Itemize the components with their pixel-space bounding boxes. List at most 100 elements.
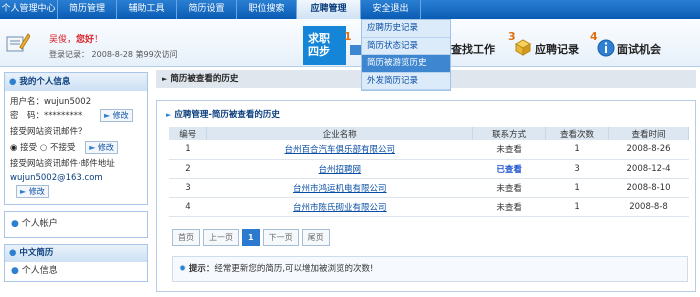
personal-info-header: ● 我的个人信息	[5, 73, 147, 91]
modify-subscription-label: 修改	[97, 143, 114, 152]
col-header-no: 编号	[169, 127, 208, 140]
row-count: 1	[545, 178, 609, 198]
login-label: 登录记录：	[49, 50, 89, 59]
receive-question: 接受网站资讯邮件？	[10, 127, 87, 137]
step1-number: 1	[344, 30, 352, 43]
globe-icon: ●	[11, 219, 19, 229]
personal-account-label: 个人帐户	[21, 219, 58, 229]
resume-personal-info-label: 个人信息	[21, 266, 58, 276]
tip-box: ✹ 提示：经常更新您的简历,可以增加被浏览的次数!	[172, 256, 688, 282]
job-steps-title: 求职 四步	[303, 26, 346, 65]
prev-page-button[interactable]: 上一页	[203, 229, 239, 246]
main-title: 简历被查看的历史	[170, 74, 239, 84]
nav-resume-settings[interactable]: 简历设置	[177, 0, 237, 19]
history-content: ► 应聘管理-简历被查看的历史 编号 企业名称 联系方式 查看次数 查看时间 1…	[156, 100, 696, 292]
username-value: wujun5002	[44, 97, 92, 107]
row-contact: 已查看	[472, 159, 546, 179]
step2-find-job[interactable]: 查找工作	[451, 41, 495, 57]
tip-text: 经常更新您的简历,可以增加被浏览的次数!	[214, 264, 374, 274]
row-no: 3	[169, 178, 207, 198]
col-header-contact: 联系方式	[472, 127, 547, 140]
record-box-icon	[514, 39, 532, 56]
info-icon	[597, 39, 615, 57]
step4-interview[interactable]: 面试机会	[617, 41, 661, 57]
row-time: 2008-8-26	[608, 140, 689, 160]
nav-job-search[interactable]: 职位搜索	[237, 0, 297, 19]
greeting-text: 您好	[76, 35, 95, 45]
arrow-right-icon: ►	[20, 187, 27, 196]
personal-account-panel: ● 个人帐户	[4, 211, 148, 238]
step3-application-record[interactable]: 应聘记录	[535, 41, 579, 57]
chinese-resume-header: ● 中文简历	[5, 245, 147, 262]
col-header-company: 企业名称	[206, 127, 474, 140]
edit-profile-icon	[6, 33, 30, 52]
email-value: wujun5002@163.com	[10, 173, 103, 183]
row-time: 2008-8-10	[608, 178, 689, 198]
user-greeting: 吴俊，您好！	[49, 35, 104, 45]
chinese-resume-title: 中文简历	[19, 248, 54, 258]
username-label: 用户名：	[10, 97, 45, 107]
company-link[interactable]: 台州市鸿运机电有限公司	[293, 184, 387, 194]
arrow-right-icon: ►	[166, 111, 172, 119]
row-time: 2008-8-8	[608, 197, 689, 217]
table-row: 3 台州市鸿运机电有限公司 未查看 1 2008-8-10	[169, 178, 689, 198]
row-count: 1	[545, 140, 609, 160]
row-time: 2008-12-4	[608, 159, 689, 179]
row-no: 1	[169, 140, 207, 160]
reject-label: 不接受	[49, 143, 76, 153]
dropdown-item-application-history[interactable]: 应聘历史记录	[362, 20, 450, 38]
password-label: 密 码：	[10, 111, 45, 121]
current-page-button[interactable]: 1	[242, 229, 260, 246]
sidebar: ● 我的个人信息 用户名：wujun5002 密 码：********* ► 修…	[4, 72, 148, 288]
nav-personal-center[interactable]: 个人管理中心	[0, 0, 58, 19]
row-count: 3	[545, 159, 609, 179]
next-page-button[interactable]: 下一页	[262, 229, 299, 246]
last-page-button[interactable]: 尾页	[301, 229, 330, 246]
nav-resume-manage[interactable]: 简历管理	[58, 0, 117, 19]
lightbulb-icon: ✹	[179, 264, 187, 274]
dropdown-item-sent-resumes[interactable]: 外发简历记录	[362, 73, 450, 90]
arrow-right-icon: ►	[89, 143, 96, 152]
accept-radio[interactable]: ◉	[10, 143, 17, 153]
history-subtitle-text: 应聘管理-简历被查看的历史	[174, 110, 280, 120]
personal-account-link[interactable]: ● 个人帐户	[5, 212, 147, 237]
dropdown-item-resume-status[interactable]: 简历状态记录	[362, 38, 450, 55]
globe-icon: ●	[11, 266, 19, 276]
login-date: 2008-8-28	[91, 50, 133, 59]
modify-email-label: 修改	[28, 187, 45, 196]
personal-info-title: 我的个人信息	[19, 77, 71, 87]
modify-email-button[interactable]: ► 修改	[16, 185, 49, 198]
modify-password-label: 修改	[112, 111, 129, 120]
resume-personal-info-link[interactable]: ● 个人信息	[5, 262, 147, 281]
modify-password-button[interactable]: ► 修改	[99, 109, 133, 122]
tip-label: 提示：	[188, 264, 215, 274]
history-subtitle: ► 应聘管理-简历被查看的历史	[166, 108, 280, 120]
row-contact: 未查看	[472, 178, 546, 198]
company-link[interactable]: 台州市陈氏砌业有限公司	[293, 203, 387, 213]
col-header-time: 查看时间	[608, 127, 689, 140]
login-count: 第99次访问	[135, 50, 178, 59]
arrow-right-icon: ►	[162, 75, 168, 83]
dropdown-item-viewed-history[interactable]: 简历被游览历史	[362, 55, 450, 73]
nav-logout[interactable]: 安全退出	[361, 0, 421, 19]
nav-tools[interactable]: 辅助工具	[117, 0, 177, 19]
row-count: 1	[545, 197, 609, 217]
company-link[interactable]: 台州招聘网	[319, 165, 362, 175]
login-record: 登录记录： 2008-8-28 第99次访问	[49, 49, 178, 60]
steps-title-line2: 四步	[308, 45, 330, 58]
accept-label: 接受	[20, 143, 38, 153]
row-no: 4	[169, 197, 207, 217]
top-nav: 个人管理中心 简历管理 辅助工具 简历设置 职位搜索 应聘管理 安全退出	[0, 0, 700, 19]
table-row: 2 台州招聘网 已查看 3 2008-12-4	[169, 159, 689, 179]
pager: 首页 上一页 1 下一页 尾页	[172, 229, 330, 246]
table-row: 1 台州百合汽车俱乐部有限公司 未查看 1 2008-8-26	[169, 140, 689, 160]
company-link[interactable]: 台州百合汽车俱乐部有限公司	[285, 145, 396, 155]
application-dropdown-menu: 应聘历史记录 简历状态记录 简历被游览历史 外发简历记录	[361, 19, 451, 91]
reject-radio[interactable]: ○	[40, 143, 47, 153]
first-page-button[interactable]: 首页	[172, 229, 200, 246]
globe-icon: ●	[9, 248, 17, 258]
globe-icon: ●	[9, 77, 17, 87]
user-name: 吴俊	[49, 35, 68, 45]
nav-application-manage[interactable]: 应聘管理	[297, 0, 361, 19]
modify-subscription-button[interactable]: ► 修改	[85, 141, 118, 154]
